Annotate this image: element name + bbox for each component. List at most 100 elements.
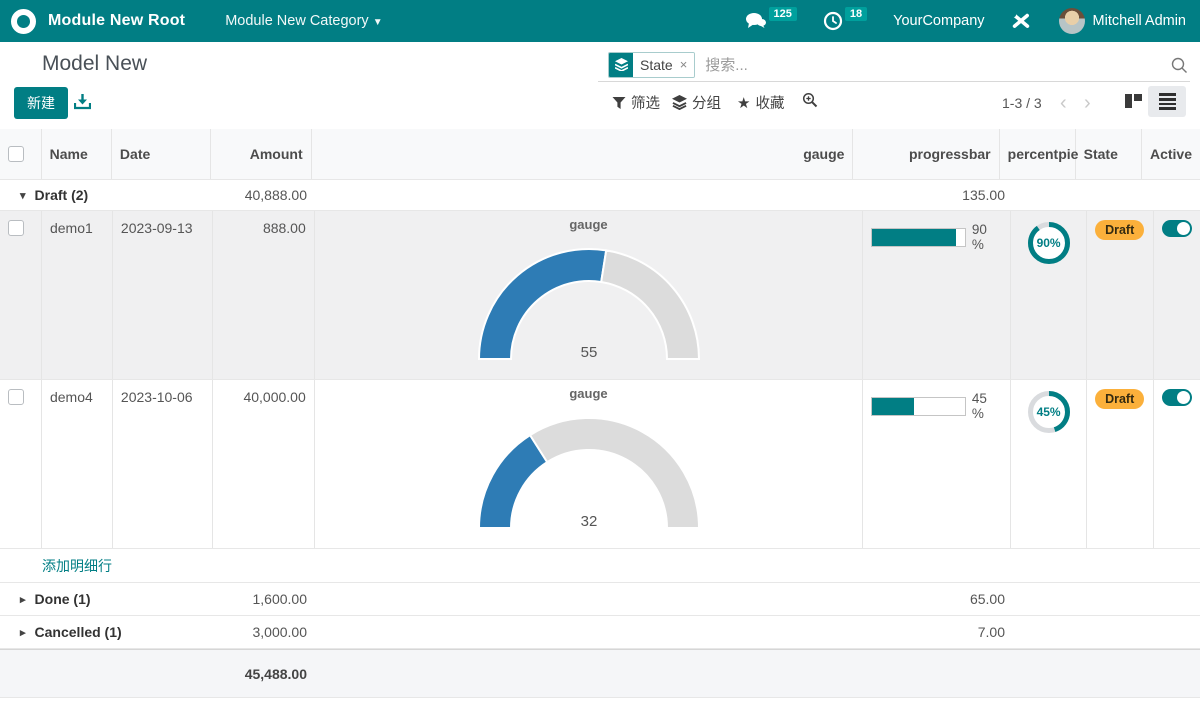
list-view-button-active[interactable] bbox=[1148, 86, 1186, 117]
control-panel: Model New State × 搜索... 新建 bbox=[0, 42, 1200, 129]
row-checkbox[interactable] bbox=[8, 389, 24, 405]
activities-count-badge: 18 bbox=[845, 7, 867, 21]
row-checkbox[interactable] bbox=[8, 220, 24, 236]
group-by-facet-icon bbox=[609, 53, 633, 77]
group-row-cancelled[interactable]: ▸Cancelled (1) 3,000.00 7.00 bbox=[0, 616, 1200, 649]
nav-menu-category[interactable]: Module New Category▼ bbox=[225, 13, 382, 29]
search-input[interactable]: 搜索... bbox=[705, 54, 1170, 75]
state-badge[interactable]: Draft bbox=[1095, 389, 1144, 409]
cell-date: 2023-09-13 bbox=[113, 211, 213, 379]
group-progressbar-total: 135.00 bbox=[864, 187, 1012, 203]
pager-previous-button[interactable]: ‹ bbox=[1060, 92, 1067, 115]
user-avatar[interactable] bbox=[1059, 8, 1085, 34]
cell-active bbox=[1154, 211, 1200, 379]
cell-state: Draft bbox=[1087, 211, 1154, 379]
cell-state: Draft bbox=[1087, 380, 1154, 548]
footer-amount-total: 45,488.00 bbox=[0, 666, 315, 682]
gauge-semicircle-chart: 32 bbox=[459, 402, 719, 540]
group-row-done[interactable]: ▸Done (1) 1,600.00 65.00 bbox=[0, 583, 1200, 616]
filters-button[interactable]: 筛选 bbox=[612, 92, 660, 113]
cell-gauge-chart: gauge 55 bbox=[315, 211, 863, 379]
cell-active bbox=[1154, 380, 1200, 548]
col-header-name[interactable]: Name bbox=[42, 129, 112, 179]
gauge-value: 55 bbox=[580, 344, 597, 361]
group-progressbar-total: 7.00 bbox=[864, 624, 1012, 640]
table-footer-row: 45,488.00 bbox=[0, 649, 1200, 698]
search-bar[interactable]: State × 搜索... bbox=[598, 48, 1190, 82]
col-header-date[interactable]: Date bbox=[112, 129, 211, 179]
list-view-table: Name Date Amount gauge progressbar perce… bbox=[0, 129, 1200, 698]
add-line-link[interactable]: 添加明细行 bbox=[42, 556, 112, 576]
col-header-amount[interactable]: Amount bbox=[211, 129, 312, 179]
cell-name: demo1 bbox=[42, 211, 113, 379]
group-caret-icon: ▸ bbox=[20, 593, 26, 606]
group-progressbar-total: 65.00 bbox=[864, 591, 1012, 607]
gauge-title: gauge bbox=[569, 386, 607, 401]
cell-name: demo4 bbox=[42, 380, 113, 548]
chat-icon bbox=[745, 11, 767, 31]
percentpie-label: 45% bbox=[1026, 389, 1072, 435]
messages-button[interactable]: 125 bbox=[745, 11, 797, 31]
user-menu[interactable]: Mitchell Admin bbox=[1093, 13, 1186, 29]
cell-percentpie: 90% bbox=[1011, 211, 1087, 379]
cell-amount: 40,000.00 bbox=[213, 380, 315, 548]
top-navbar: Module New Root Module New Category▼ 125… bbox=[0, 0, 1200, 42]
search-icon[interactable] bbox=[1170, 56, 1188, 74]
select-all-checkbox[interactable] bbox=[8, 146, 24, 162]
col-header-progressbar[interactable]: progressbar bbox=[853, 129, 999, 179]
group-amount-total: 3,000.00 bbox=[213, 624, 315, 640]
messages-count-badge: 125 bbox=[769, 7, 797, 21]
active-toggle[interactable] bbox=[1162, 389, 1192, 406]
tools-icon bbox=[1009, 10, 1033, 32]
col-header-percentpie[interactable]: percentpie bbox=[1000, 129, 1076, 179]
group-by-button[interactable]: 分组 bbox=[672, 92, 721, 113]
app-brand[interactable]: Module New Root bbox=[48, 12, 185, 30]
pager-counter: 1-3 / 3 bbox=[1002, 95, 1042, 111]
cell-gauge-chart: gauge 32 bbox=[315, 380, 863, 548]
cell-percentpie: 45% bbox=[1011, 380, 1087, 548]
create-button[interactable]: 新建 bbox=[14, 87, 68, 119]
table-row[interactable]: demo4 2023-10-06 40,000.00 gauge 32 45 % bbox=[0, 380, 1200, 549]
favorites-button[interactable]: ★ 收藏 bbox=[737, 92, 784, 113]
filter-funnel-icon bbox=[612, 96, 626, 110]
progressbar-track bbox=[871, 397, 966, 416]
pager-next-button[interactable]: › bbox=[1084, 92, 1091, 115]
cell-date: 2023-10-06 bbox=[113, 380, 213, 548]
group-amount-total: 40,888.00 bbox=[213, 187, 315, 203]
star-icon: ★ bbox=[737, 94, 750, 112]
company-switcher[interactable]: YourCompany bbox=[893, 13, 984, 29]
col-header-state[interactable]: State bbox=[1076, 129, 1142, 179]
group-caret-icon: ▸ bbox=[20, 626, 26, 639]
state-badge[interactable]: Draft bbox=[1095, 220, 1144, 240]
progressbar-fill bbox=[872, 229, 955, 246]
clock-icon bbox=[823, 11, 843, 31]
col-header-gauge[interactable]: gauge bbox=[312, 129, 854, 179]
expand-search-button[interactable] bbox=[802, 92, 818, 108]
gauge-semicircle-chart: 55 bbox=[459, 233, 719, 371]
activities-button[interactable]: 18 bbox=[823, 11, 867, 31]
col-header-active[interactable]: Active bbox=[1142, 129, 1200, 179]
layers-icon bbox=[672, 95, 687, 110]
group-amount-total: 1,600.00 bbox=[213, 591, 315, 607]
progressbar-label: 45 % bbox=[972, 391, 1002, 421]
facet-remove-icon[interactable]: × bbox=[680, 57, 688, 72]
table-header-row: Name Date Amount gauge progressbar perce… bbox=[0, 129, 1200, 180]
progressbar-track bbox=[871, 228, 966, 247]
progressbar-fill bbox=[872, 398, 914, 415]
gauge-value: 32 bbox=[580, 513, 597, 530]
table-row[interactable]: demo1 2023-09-13 888.00 gauge 55 90 % bbox=[0, 211, 1200, 380]
cell-progressbar: 45 % bbox=[863, 380, 1011, 548]
percentpie-label: 90% bbox=[1026, 220, 1072, 266]
chevron-down-icon: ▼ bbox=[373, 17, 383, 28]
gauge-title: gauge bbox=[569, 217, 607, 232]
progressbar-label: 90 % bbox=[972, 222, 1002, 252]
breadcrumb-title: Model New bbox=[42, 52, 147, 76]
active-toggle[interactable] bbox=[1162, 220, 1192, 237]
group-caret-icon: ▾ bbox=[20, 189, 26, 202]
group-row-draft[interactable]: ▾Draft (2) 40,888.00 135.00 bbox=[0, 180, 1200, 211]
kanban-view-button[interactable] bbox=[1124, 93, 1144, 109]
debug-tools-button[interactable] bbox=[1009, 10, 1033, 32]
zoom-in-icon bbox=[802, 92, 818, 108]
export-download-icon[interactable] bbox=[74, 93, 91, 110]
search-facet-state[interactable]: State × bbox=[608, 52, 695, 78]
